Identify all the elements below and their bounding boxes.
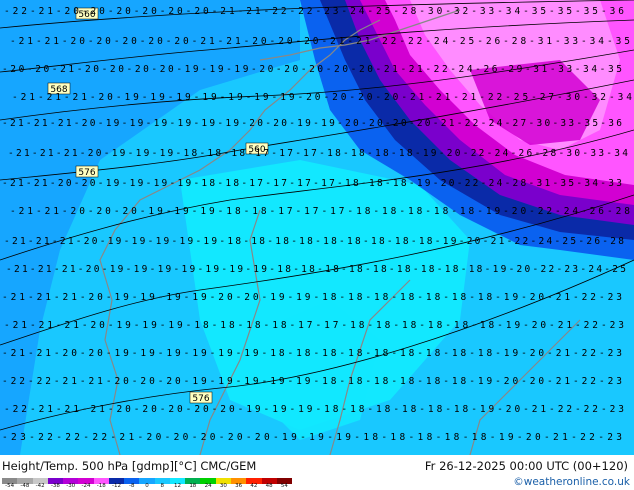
- legend-tick-label: 12: [174, 483, 182, 489]
- temperature-row: -20-20-21-20-20-20-20-19-19-19-20-20-20-…: [2, 64, 622, 75]
- temperature-row: -21-21-21-20-19-19-19-19-19-19-20-20-19-…: [2, 118, 622, 129]
- legend-tick-label: 24: [204, 483, 212, 489]
- legend-tick-label: 18: [189, 483, 197, 489]
- chart-title: Height/Temp. 500 hPa [gdmp][°C] CMC/GEM: [2, 459, 257, 473]
- legend-tick-label: -18: [96, 483, 106, 489]
- credit-link[interactable]: ©weatheronline.co.uk: [513, 476, 630, 488]
- legend-tick-label: 42: [250, 483, 258, 489]
- legend-tick-label: 48: [265, 483, 273, 489]
- legend-tick-label: -8: [129, 483, 135, 489]
- temperature-row: -23-22-22-22-21-20-20-20-20-20-19-19-19-…: [2, 432, 622, 443]
- legend-tick-label: -30: [66, 483, 76, 489]
- legend-tick-label: -38: [50, 483, 60, 489]
- legend-tick-label: 30: [219, 483, 227, 489]
- height-label: 576: [75, 165, 99, 178]
- legend-tick-label: 8: [160, 483, 165, 489]
- height-label: 576: [189, 391, 213, 404]
- weather-map: 560 568 560 576 576 -22-21-20-20-20-20-20-20…: [0, 0, 634, 455]
- temperature-row: -21-21-21-20-19-19-19-19-19-18-18-18-18-…: [4, 236, 624, 247]
- footer: Height/Temp. 500 hPa [gdmp][°C] CMC/GEM …: [0, 455, 634, 490]
- legend-tick-label: 54: [280, 483, 288, 489]
- color-legend: -54 -48 -42 -38 -30 -24 -18 -12 -8 0 8 12 18 24 30 36 42…: [2, 478, 293, 489]
- temperature-row: -21-21-21-20-19-19-19-18-18-18-17-17-17-…: [8, 148, 628, 159]
- legend-tick-label: 36: [235, 483, 243, 489]
- forecast-datetime: Fr 26-12-2025 00:00 UTC (00+120): [424, 459, 628, 473]
- svg-text:576: 576: [192, 394, 209, 404]
- svg-text:576: 576: [78, 168, 95, 178]
- legend-tick-label: -24: [81, 483, 91, 489]
- legend-tick-label: -42: [35, 483, 45, 489]
- legend-tick-label: 0: [145, 483, 149, 489]
- map-canvas: 560568560576576 -22-21-20-20-20-20-20-20…: [0, 0, 634, 455]
- legend-tick-label: -48: [20, 483, 30, 489]
- legend-ticks: -54 -48 -42 -38 -30 -24 -18 -12 -8 0 8 12 18 24 30 36 42…: [2, 483, 292, 489]
- legend-tick-label: -12: [112, 483, 121, 489]
- legend-tick-label: -54: [5, 483, 15, 489]
